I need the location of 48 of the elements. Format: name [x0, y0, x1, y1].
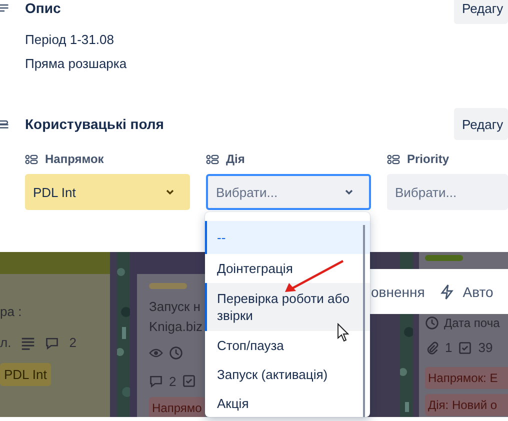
label-badge: Напрямо [149, 397, 205, 417]
dropdown-option[interactable]: Акція [205, 389, 349, 417]
section-title: Користувацькі поля [25, 116, 165, 132]
dropdown-option[interactable]: Перевірка роботи або звірки [205, 283, 370, 331]
clock-icon [169, 346, 183, 360]
lines-icon [0, 2, 9, 14]
dropdown-option[interactable]: Доінтеграція [205, 254, 349, 283]
label-bar [425, 255, 463, 261]
checkbox-icon [182, 374, 196, 388]
field-icon [25, 152, 38, 166]
field-label: Напрямок [45, 152, 104, 166]
count-text: 2 [69, 335, 76, 350]
edit-button[interactable]: Редагу [454, 0, 508, 24]
toolbar-button[interactable]: Авто [438, 284, 494, 300]
mouse-cursor-icon [337, 323, 349, 342]
select-field[interactable]: PDL Int [25, 174, 190, 210]
field-icon [387, 152, 400, 166]
section-title: Опис [25, 0, 62, 16]
eye-icon [149, 346, 163, 360]
paperclip-icon [425, 340, 439, 354]
speech-bubble-icon [45, 336, 60, 350]
dropdown-option[interactable]: Запуск (активація) [205, 360, 349, 389]
field-label: Дія [226, 152, 245, 166]
checkbox-icon [458, 340, 472, 354]
description-text: Пряма розшарка [25, 55, 128, 73]
speech-bubble-icon [149, 374, 163, 388]
lightning-icon [438, 284, 455, 300]
select-field[interactable]: Вибрати... [387, 174, 508, 210]
count-text: 39 [478, 340, 493, 355]
label-badge: Дія: Новий о [425, 394, 508, 416]
edit-button[interactable]: Редагу [454, 108, 508, 140]
lines-icon [21, 336, 36, 350]
label-badge: Напрямок: Е [425, 367, 508, 389]
toolbar-button[interactable]: овнення [371, 284, 425, 300]
fields-icon [0, 118, 9, 130]
dropdown-option[interactable]: Стоп/пауза [205, 331, 349, 360]
count-text: 2 [169, 374, 176, 388]
scrollbar[interactable] [363, 225, 365, 417]
label-badge: PDL Int [0, 363, 51, 386]
dropdown-option[interactable]: -- [205, 221, 370, 254]
field-label: Priority [407, 152, 450, 166]
clock-icon [425, 316, 439, 330]
select-field[interactable]: Вибрати... [206, 174, 371, 210]
count-text: 1 [445, 340, 452, 355]
count-text: л. [0, 335, 12, 350]
description-text: Період 1-31.08 [25, 31, 115, 49]
field-icon [206, 152, 219, 166]
label-bar [149, 283, 187, 289]
